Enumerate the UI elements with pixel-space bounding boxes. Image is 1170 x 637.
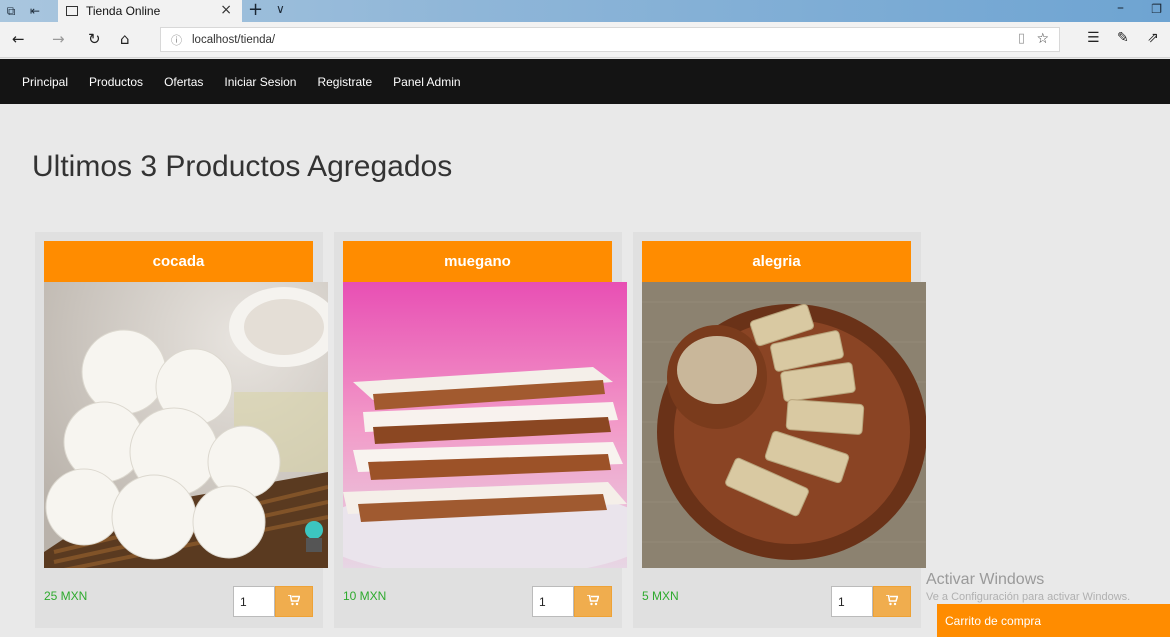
set-tabs-aside-icon[interactable]: ⇤ [24, 0, 46, 22]
browser-toolbar: ← → ↻ ⌂ ⓘ localhost/tienda/ ▯ ☆ ☰ ✎ ⇗ [0, 22, 1170, 58]
product-price: 25 MXN [44, 589, 88, 603]
new-tab-icon[interactable]: + [248, 0, 263, 20]
add-to-cart-button[interactable] [873, 586, 911, 617]
back-icon[interactable]: ← [12, 30, 25, 48]
url-text: localhost/tienda/ [192, 33, 276, 46]
restore-icon[interactable]: ❐ [1151, 2, 1162, 16]
product-image [44, 282, 328, 568]
page-icon [66, 6, 78, 16]
nav-iniciar-sesion[interactable]: Iniciar Sesion [224, 75, 296, 89]
quantity-input[interactable] [532, 586, 574, 617]
info-icon[interactable]: ⓘ [171, 32, 182, 48]
forward-icon[interactable]: → [52, 30, 65, 48]
add-to-cart-button[interactable] [275, 586, 313, 617]
tab-title: Tienda Online [86, 4, 161, 18]
refresh-icon[interactable]: ↻ [88, 30, 101, 48]
cart-icon [587, 593, 600, 611]
pen-icon[interactable]: ✎ [1117, 30, 1129, 46]
activation-watermark: Activar Windows Ve a Configuración para … [926, 571, 1130, 603]
quantity-input[interactable] [233, 586, 275, 617]
cart-panel-label: Carrito de compra [945, 613, 1042, 628]
nav-registrate[interactable]: Registrate [317, 75, 372, 89]
browser-tab-strip: ⧉ ⇤ Tienda Online × + ∨ – ❐ [0, 0, 1170, 22]
product-image [343, 282, 627, 568]
shopping-cart-panel[interactable]: Carrito de compra [937, 604, 1170, 637]
nav-panel-admin[interactable]: Panel Admin [393, 75, 460, 89]
quantity-input[interactable] [831, 586, 873, 617]
nav-productos[interactable]: Productos [89, 75, 143, 89]
product-card: muegano 10 MXN [334, 232, 627, 628]
close-tab-icon[interactable]: × [220, 2, 232, 18]
chevron-down-icon[interactable]: ∨ [276, 2, 285, 16]
product-price: 5 MXN [642, 589, 679, 603]
site-navbar: Principal Productos Ofertas Iniciar Sesi… [0, 59, 1170, 104]
watermark-subtitle: Ve a Configuración para activar Windows. [926, 591, 1131, 603]
minimize-icon[interactable]: – [1117, 0, 1124, 16]
cart-icon [288, 593, 301, 611]
cart-icon [886, 593, 899, 611]
product-name: cocada [44, 241, 313, 282]
product-image [642, 282, 926, 568]
nav-principal[interactable]: Principal [22, 75, 68, 89]
address-bar[interactable]: ⓘ localhost/tienda/ ▯ ☆ [160, 27, 1060, 52]
page-title: Ultimos 3 Productos Agregados [32, 150, 453, 183]
add-to-cart-button[interactable] [574, 586, 612, 617]
nav-ofertas[interactable]: Ofertas [164, 75, 203, 89]
share-icon[interactable]: ⇗ [1147, 30, 1159, 46]
product-card: cocada 25 MXN 1 [35, 232, 328, 628]
product-price: 10 MXN [343, 589, 387, 603]
watermark-title: Activar Windows [926, 571, 1045, 588]
tab-actions-icon[interactable]: ⧉ [0, 0, 22, 22]
favorites-hub-icon[interactable]: ☰ [1087, 30, 1100, 46]
product-card: alegria 5 MXN [633, 232, 926, 628]
favorite-star-icon[interactable]: ☆ [1036, 31, 1049, 47]
browser-tab[interactable]: Tienda Online × [58, 0, 242, 22]
product-name: muegano [343, 241, 612, 282]
product-name: alegria [642, 241, 911, 282]
reading-view-icon[interactable]: ▯ [1018, 31, 1025, 46]
home-icon[interactable]: ⌂ [120, 30, 130, 48]
